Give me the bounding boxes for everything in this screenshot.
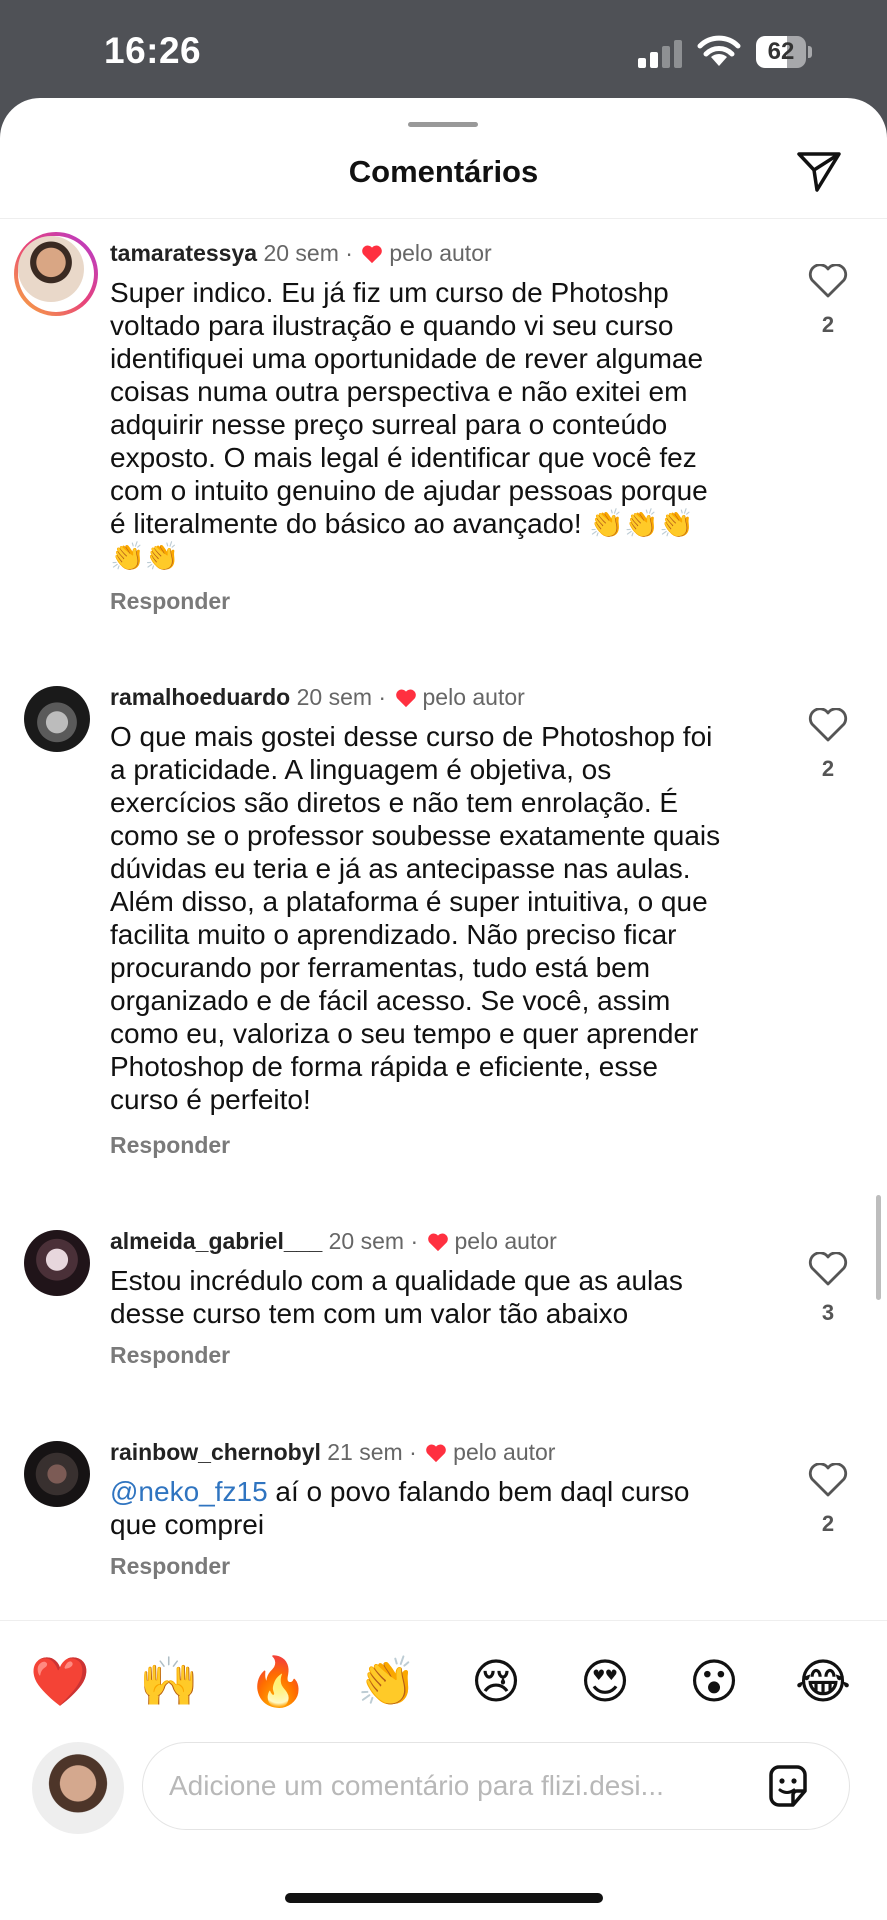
mention-link[interactable]: @neko_fz15 [110, 1476, 268, 1507]
avatar[interactable] [24, 686, 90, 752]
battery-indicator: 62 [756, 36, 812, 68]
comment-input-placeholder: Adicione um comentário para flizi.desi..… [169, 1770, 664, 1801]
comment-meta: ramalhoeduardo 20 sem · pelo autor [110, 684, 525, 710]
emoji-laughing[interactable]: 😂 [793, 1653, 853, 1713]
sticker-icon[interactable] [763, 1761, 813, 1811]
emoji-heart[interactable]: ❤️ [30, 1653, 90, 1713]
heart-filled-icon [395, 689, 416, 708]
sheet-header: Comentários [0, 98, 887, 219]
author-badge: pelo autor [422, 684, 525, 710]
current-user-avatar[interactable] [32, 1742, 124, 1834]
comment-username[interactable]: ramalhoeduardo [110, 684, 290, 710]
battery-percent: 62 [767, 38, 795, 65]
wifi-icon [697, 35, 741, 66]
author-badge: pelo autor [453, 1439, 556, 1465]
author-badge: pelo autor [389, 240, 492, 266]
heart-outline-icon[interactable] [808, 1463, 848, 1497]
emoji-raised-hands[interactable]: 🙌 [139, 1653, 199, 1713]
comment-input[interactable]: Adicione um comentário para flizi.desi..… [142, 1742, 850, 1830]
comment-username[interactable]: rainbow_chernobyl [110, 1439, 321, 1465]
comment-text: @neko_fz15 aí o povo falando bem daql cu… [110, 1476, 690, 1540]
heart-filled-icon [362, 245, 383, 264]
like-count: 2 [821, 1511, 835, 1536]
heart-filled-icon [426, 1444, 446, 1463]
emoji-fire[interactable]: 🔥 [248, 1653, 308, 1713]
avatar[interactable] [24, 1230, 90, 1296]
emoji-crying[interactable]: 😢 [466, 1653, 526, 1713]
page-title: Comentários [348, 154, 539, 189]
scroll-indicator[interactable] [876, 1195, 881, 1300]
comment-text: O que mais gostei desse curso de Photosh… [110, 721, 721, 1115]
comment-time: 20 sem [296, 684, 373, 710]
comment-username[interactable]: almeida_gabriel___ [110, 1228, 322, 1254]
emoji-reaction-bar: ❤️ 🙌 🔥 👏 😢 😍 😮 😂 [0, 1620, 887, 1711]
avatar[interactable] [24, 1441, 90, 1507]
avatar[interactable] [18, 236, 84, 302]
story-ring[interactable] [14, 232, 98, 316]
emoji-clap[interactable]: 👏 [357, 1653, 417, 1713]
heart-outline-icon[interactable] [808, 1252, 848, 1286]
status-time: 16:26 [104, 30, 202, 71]
like-count: 2 [821, 756, 835, 781]
comment-time: 20 sem [328, 1228, 405, 1254]
comment-text: Super indico. Eu já fiz um curso de Phot… [110, 277, 708, 572]
reply-button[interactable]: Responder [110, 1132, 230, 1159]
comment-username[interactable]: tamaratessya [110, 240, 257, 266]
author-badge: pelo autor [454, 1228, 557, 1254]
reply-button[interactable]: Responder [110, 588, 230, 615]
cellular-signal-icon [638, 38, 684, 68]
status-bar: 16:26 62 [0, 0, 887, 100]
paper-plane-icon[interactable] [795, 148, 843, 196]
emoji-surprised[interactable]: 😮 [684, 1653, 744, 1713]
heart-outline-icon[interactable] [808, 708, 848, 742]
home-indicator[interactable] [285, 1893, 603, 1903]
reply-button[interactable]: Responder [110, 1342, 230, 1369]
heart-outline-icon[interactable] [808, 264, 848, 298]
comment-time: 20 sem [263, 240, 339, 266]
comment-text: Estou incrédulo com a qualidade que as a… [110, 1265, 683, 1329]
like-count: 2 [821, 312, 835, 337]
emoji-heart-eyes[interactable]: 😍 [575, 1653, 635, 1713]
drag-handle[interactable] [408, 122, 478, 127]
comment-meta: almeida_gabriel___ 20 sem · pelo autor [110, 1228, 557, 1254]
comment-time: 21 sem [327, 1439, 403, 1465]
reply-button[interactable]: Responder [110, 1553, 230, 1580]
heart-filled-icon [427, 1233, 448, 1252]
comment-meta: rainbow_chernobyl 21 sem · pelo autor [110, 1439, 556, 1465]
like-count: 3 [821, 1300, 835, 1325]
comment-meta: tamaratessya 20 sem · pelo autor [110, 240, 492, 266]
